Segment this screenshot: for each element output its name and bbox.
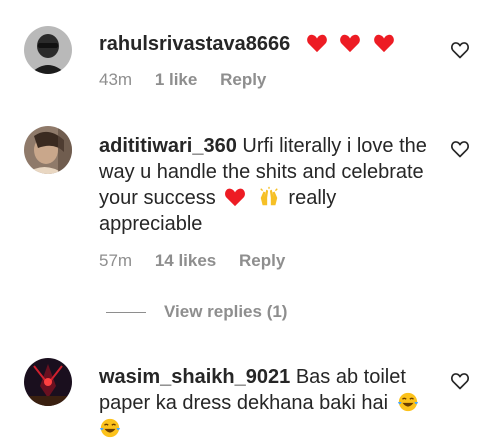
red-heart-emoji-icon — [340, 34, 361, 53]
red-heart-emoji-icon — [225, 188, 246, 207]
replies-divider — [106, 312, 146, 314]
comment-likes[interactable]: 1 like — [155, 70, 198, 89]
heart-outline-icon[interactable] — [450, 40, 470, 60]
avatar[interactable] — [24, 126, 72, 174]
avatar[interactable] — [24, 26, 72, 74]
face-with-tears-of-joy-emoji-icon — [99, 418, 121, 438]
heart-outline-icon[interactable] — [450, 139, 470, 159]
heart-outline-icon[interactable] — [450, 371, 470, 391]
comment-text: wasim_shaikh_9021 Bas ab toilet paper ka… — [99, 364, 439, 442]
comment-text: adititiwari_360 Urfi literally i love th… — [99, 133, 439, 237]
comment-text: rahulsrivastava8666 — [99, 31, 439, 57]
comment-meta: 57m 14 likes Reply — [99, 251, 303, 271]
reply-button[interactable]: Reply — [220, 70, 266, 89]
red-heart-emoji-icon — [306, 34, 327, 53]
face-with-tears-of-joy-emoji-icon — [397, 392, 418, 412]
view-replies-label: View replies (1) — [164, 302, 288, 321]
red-heart-emoji-icon — [374, 34, 394, 53]
raising-hands-emoji-icon — [260, 186, 278, 206]
comment-likes[interactable]: 14 likes — [155, 251, 216, 270]
avatar[interactable] — [24, 358, 72, 406]
reply-button[interactable]: Reply — [239, 251, 285, 270]
comment-timestamp: 57m — [99, 251, 133, 270]
comment-timestamp: 43m — [99, 70, 133, 89]
comment-meta: 43m 1 like Reply — [99, 70, 284, 90]
comment-username[interactable]: adititiwari_360 — [99, 135, 237, 157]
comment-username[interactable]: wasim_shaikh_9021 — [99, 366, 290, 388]
comment-username[interactable]: rahulsrivastava8666 — [99, 33, 290, 55]
view-replies-button[interactable]: View replies (1) — [106, 302, 287, 322]
